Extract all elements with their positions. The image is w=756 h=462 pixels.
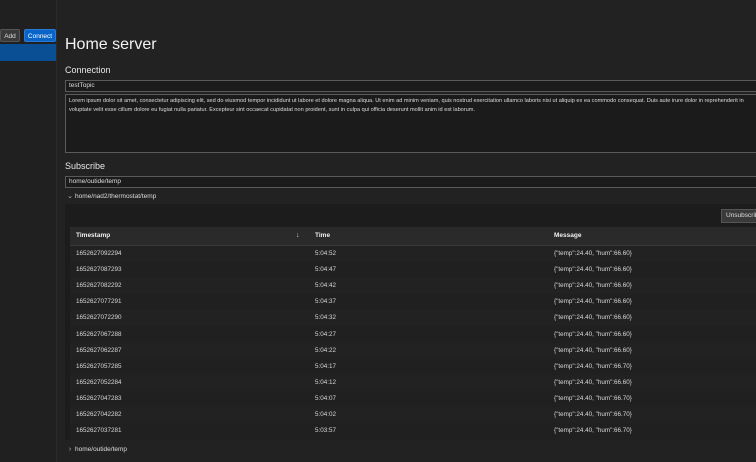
cell-message: {"temp":24.40, "hum":66.70}	[554, 427, 632, 435]
cell-timestamp: 1652627082292	[76, 282, 122, 290]
connection-heading: Connection	[65, 65, 111, 75]
subscribe-heading: Subscribe	[65, 161, 106, 171]
table-row[interactable]: 1652627092294 5:04:52 {"temp":24.40, "hum"…	[70, 246, 756, 262]
connect-button[interactable]: Connect	[24, 29, 56, 42]
column-header-time[interactable]: Time	[315, 227, 330, 245]
chevron-right-icon: ›	[68, 446, 72, 453]
column-header-timestamp[interactable]: Timestamp	[76, 227, 110, 245]
cell-time: 5:04:27	[315, 330, 337, 338]
sidebar: Add Connect	[0, 0, 57, 462]
cell-message: {"temp":24.40, "hum":66.60}	[554, 346, 632, 354]
cell-message: {"temp":24.40, "hum":66.70}	[554, 394, 632, 402]
cell-time: 5:04:32	[315, 314, 337, 322]
cell-timestamp: 1652627057285	[76, 362, 122, 370]
cell-message: {"temp":24.40, "hum":66.60}	[554, 314, 632, 322]
page-title: Home server	[65, 36, 157, 53]
subscription-header-thermostat[interactable]: ⌄ home/nad2/thermostat/temp	[65, 191, 756, 203]
cell-time: 5:04:02	[315, 411, 337, 418]
cell-message: {"temp":24.40, "hum":66.60}	[554, 298, 632, 306]
table-row[interactable]: 1652627067288 5:04:27 {"temp":24.40, "hum"…	[70, 327, 756, 343]
table-row[interactable]: 1652627052284 5:04:12 {"temp":24.40, "hum"…	[70, 374, 756, 391]
cell-message: {"temp":24.40, "hum":66.70}	[554, 411, 632, 418]
main-content: Home server Connection testTopic Lorem i…	[65, 0, 756, 462]
cell-timestamp: 1652627052284	[76, 378, 122, 386]
cell-timestamp: 1652627042282	[76, 411, 122, 418]
cell-timestamp: 1652627062287	[76, 346, 122, 354]
table-row[interactable]: 1652627042282 5:04:02 {"temp":24.40, "hum"…	[70, 407, 756, 423]
cell-time: 5:03:57	[315, 427, 337, 435]
sidebar-item-selected[interactable]	[0, 44, 56, 61]
cell-message: {"temp":24.40, "hum":66.60}	[554, 330, 632, 338]
messages-table: Timestamp ↓ Time Message 1652627092294 5:…	[70, 227, 756, 440]
subscription-topic: home/outide/temp	[75, 446, 128, 453]
cell-message: {"temp":24.40, "hum":66.60}	[554, 282, 632, 290]
cell-timestamp: 1652627037281	[76, 427, 122, 435]
cell-timestamp: 1652627087293	[76, 266, 122, 274]
cell-time: 5:04:22	[315, 346, 337, 354]
cell-time: 5:04:52	[315, 250, 337, 257]
cell-timestamp: 1652627047283	[76, 394, 122, 402]
table-header: Timestamp ↓ Time Message	[70, 227, 756, 246]
subscription-topic: home/nad2/thermostat/temp	[75, 193, 157, 200]
subscription-panel: Unsubscribe Timestamp ↓ Time Message 165…	[65, 204, 756, 440]
unsubscribe-button[interactable]: Unsubscribe	[721, 209, 756, 223]
cell-time: 5:04:07	[315, 394, 337, 402]
table-row[interactable]: 1652627087293 5:04:47 {"temp":24.40, "hum"…	[70, 262, 756, 278]
cell-timestamp: 1652627067288	[76, 330, 122, 338]
table-row[interactable]: 1652627072290 5:04:32 {"temp":24.40, "hum"…	[70, 310, 756, 327]
arrow-down-icon[interactable]: ↓	[296, 227, 300, 245]
table-row[interactable]: 1652627077291 5:04:37 {"temp":24.40, "hum"…	[70, 294, 756, 310]
cell-timestamp: 1652627092294	[76, 250, 122, 257]
cell-message: {"temp":24.40, "hum":66.60}	[554, 250, 632, 257]
cell-message: {"temp":24.40, "hum":66.70}	[554, 362, 632, 370]
table-row[interactable]: 1652627037281 5:03:57 {"temp":24.40, "hum"…	[70, 423, 756, 439]
chevron-down-icon: ⌄	[67, 193, 73, 200]
column-header-message[interactable]: Message	[554, 227, 581, 245]
cell-time: 5:04:37	[315, 298, 337, 306]
subscribe-topic-input[interactable]: home/outide/temp	[65, 176, 756, 188]
cell-timestamp: 1652627077291	[76, 298, 122, 306]
cell-time: 5:04:12	[315, 378, 337, 386]
cell-time: 5:04:42	[315, 282, 337, 290]
cell-time: 5:04:17	[315, 362, 337, 370]
message-textarea[interactable]: Lorem ipsum dolor sit amet, consectetur …	[65, 94, 756, 153]
table-row[interactable]: 1652627062287 5:04:22 {"temp":24.40, "hum"…	[70, 342, 756, 359]
cell-time: 5:04:47	[315, 266, 337, 274]
cell-message: {"temp":24.40, "hum":66.60}	[554, 266, 632, 274]
add-button[interactable]: Add	[0, 29, 20, 42]
cell-timestamp: 1652627072290	[76, 314, 122, 322]
subscription-header-outide[interactable]: › home/outide/temp	[65, 444, 756, 456]
table-row[interactable]: 1652627047283 5:04:07 {"temp":24.40, "hum"…	[70, 391, 756, 407]
topic-input[interactable]: testTopic	[65, 80, 756, 92]
table-row[interactable]: 1652627057285 5:04:17 {"temp":24.40, "hum"…	[70, 359, 756, 375]
table-row[interactable]: 1652627082292 5:04:42 {"temp":24.40, "hum"…	[70, 278, 756, 295]
cell-message: {"temp":24.40, "hum":66.60}	[554, 378, 632, 386]
